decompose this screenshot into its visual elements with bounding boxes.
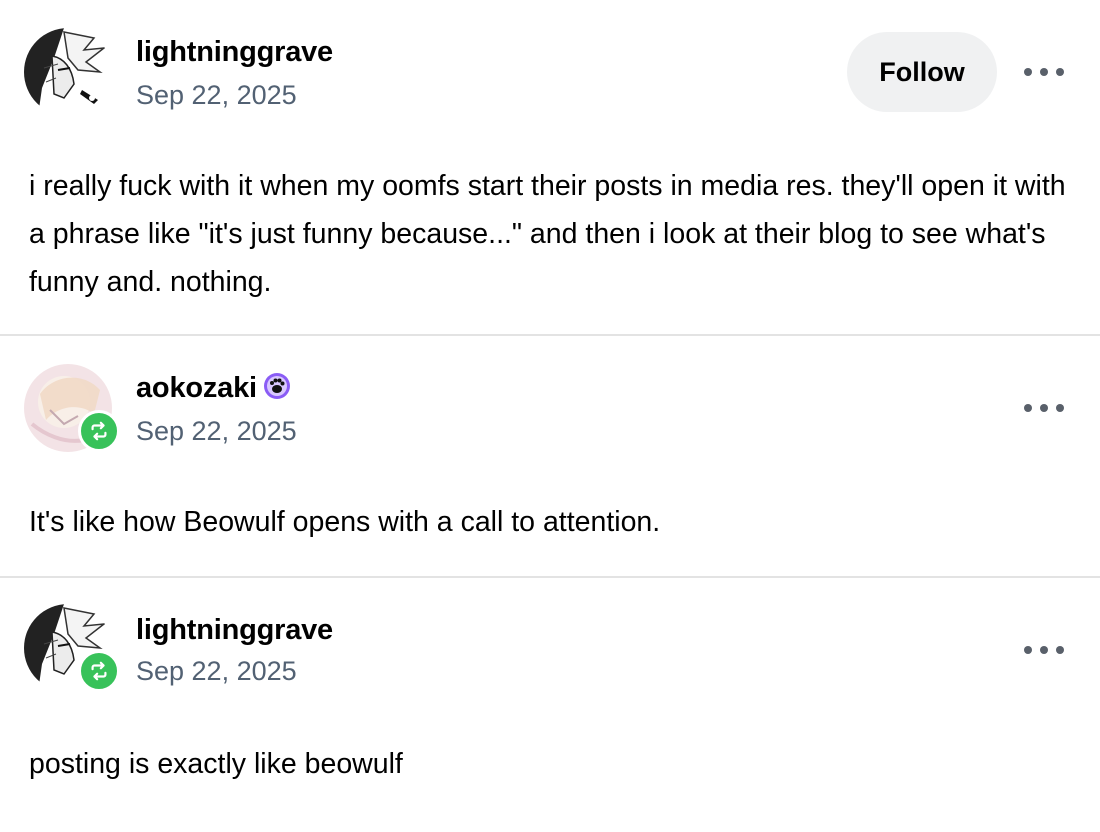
more-dot-icon (1024, 646, 1032, 654)
more-dot-icon (1040, 68, 1048, 76)
more-dot-icon (1056, 646, 1064, 654)
more-dot-icon (1056, 404, 1064, 412)
username-text: aokozaki (136, 372, 257, 404)
username[interactable]: lightninggrave (136, 614, 333, 647)
username[interactable]: lightninggrave (136, 36, 333, 69)
post-date[interactable]: Sep 22, 2025 (136, 416, 297, 447)
more-dot-icon (1024, 404, 1032, 412)
paw-badge-icon (263, 373, 290, 399)
post-date[interactable]: Sep 22, 2025 (136, 656, 297, 687)
post-reblog: lightninggrave Sep 22, 2025 posting is e… (0, 578, 1100, 832)
reblog-badge (78, 410, 120, 452)
post-body: i really fuck with it when my oomfs star… (29, 170, 1066, 298)
more-dot-icon (1024, 68, 1032, 76)
reblog-icon (91, 661, 107, 681)
reblog-badge (78, 650, 120, 692)
more-dot-icon (1040, 646, 1048, 654)
reblog-icon (91, 421, 107, 441)
follow-button[interactable]: Follow (847, 32, 997, 112)
post-body: posting is exactly like beowulf (29, 748, 403, 780)
avatar-lightninggrave[interactable] (24, 28, 112, 116)
post-reblog: aokozaki Sep 22, 2025 It's like how Beow… (0, 336, 1100, 576)
post-body: It's like how Beowulf opens with a call … (29, 506, 661, 538)
more-dot-icon (1056, 68, 1064, 76)
more-options-button[interactable] (1024, 398, 1064, 418)
post-date[interactable]: Sep 22, 2025 (136, 80, 297, 111)
more-options-button[interactable] (1024, 640, 1064, 660)
more-options-button[interactable] (1024, 62, 1064, 82)
more-dot-icon (1040, 404, 1048, 412)
manga-avatar-icon (24, 28, 112, 116)
username[interactable]: aokozaki (136, 372, 291, 405)
post-original: lightninggrave Sep 22, 2025 Follow i rea… (0, 0, 1100, 334)
